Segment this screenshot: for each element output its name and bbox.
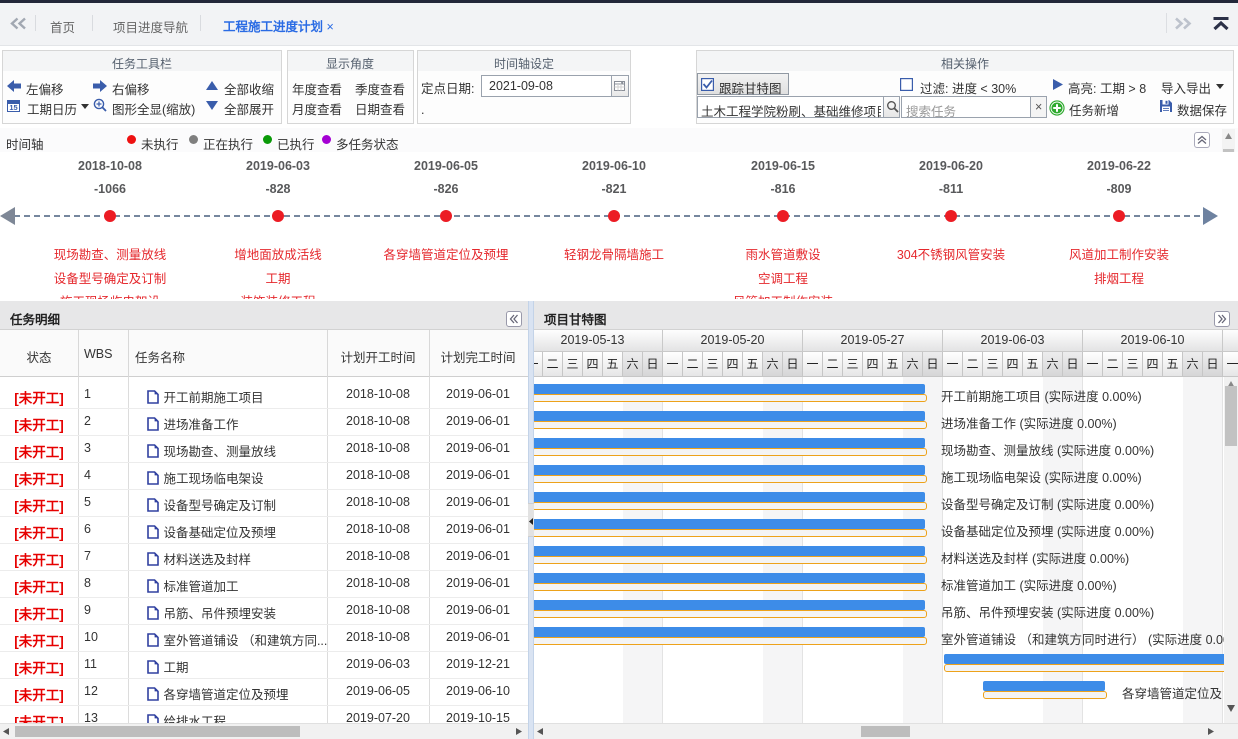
svg-text:15: 15 bbox=[9, 103, 17, 112]
